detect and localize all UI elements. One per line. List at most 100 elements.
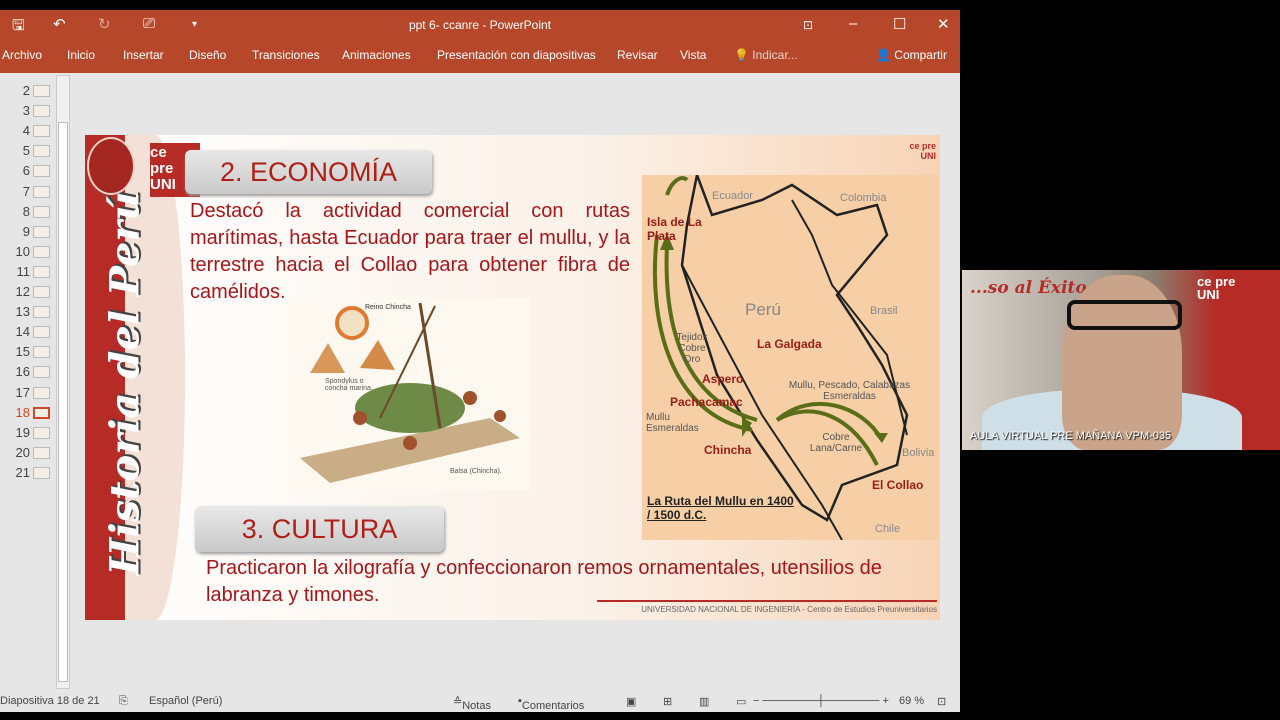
zoom-slider[interactable]: − ───────┼─────── + — [753, 695, 889, 707]
balsa-chincha-image: Reino Chincha Spondylus o concha marina.… — [290, 298, 530, 490]
place-pachacamac: Pachacamac — [670, 395, 743, 409]
thumbnail-preview — [33, 245, 50, 258]
ribbon-tabs: Archivo Inicio Insertar Diseño Transicio… — [0, 40, 960, 73]
tab-archivo[interactable]: Archivo — [2, 48, 42, 62]
tab-insertar[interactable]: Insertar — [123, 48, 164, 62]
tab-vista[interactable]: Vista — [680, 48, 706, 62]
label-spondylus: Spondylus o concha marina. — [325, 378, 373, 392]
slide-thumbnail[interactable]: 10 — [0, 242, 52, 262]
thumbnail-scrollbar[interactable] — [56, 75, 70, 689]
slide-thumbnail[interactable]: 12 — [0, 282, 52, 302]
reading-view-icon[interactable]: ▥ — [699, 695, 709, 708]
thumbnail-number: 5 — [22, 143, 30, 159]
thumbnail-preview — [33, 225, 50, 238]
thumbnail-number: 19 — [15, 424, 30, 440]
tab-presentacion[interactable]: Presentación con diapositivas — [437, 48, 596, 62]
goods-cobre-lana: Cobre Lana/Carne — [809, 432, 863, 454]
tab-diseno[interactable]: Diseño — [189, 48, 226, 62]
slide-thumbnail[interactable]: 15 — [0, 342, 52, 362]
thumbnail-preview — [33, 205, 50, 218]
tell-me-search[interactable]: 💡 Indicar... — [734, 48, 798, 62]
slide-thumbnail[interactable]: 17 — [0, 383, 52, 403]
minimize-button[interactable]: – — [849, 15, 857, 32]
tab-transiciones[interactable]: Transiciones — [252, 48, 320, 62]
notes-button[interactable]: ≙ Notas — [453, 695, 491, 712]
tell-me-label: Indicar... — [752, 48, 798, 62]
tab-inicio[interactable]: Inicio — [67, 48, 95, 62]
lightbulb-icon: 💡 — [734, 48, 749, 62]
webcam-banner: ...so al Éxito — [970, 278, 1087, 298]
tab-animaciones[interactable]: Animaciones — [342, 48, 411, 62]
thumbnail-preview — [33, 366, 50, 379]
slide-thumbnail[interactable]: 7 — [0, 182, 52, 202]
fit-to-window-icon[interactable]: ⊡ — [937, 695, 946, 708]
slide-thumbnail[interactable]: 4 — [0, 121, 52, 141]
thumbnail-number: 3 — [22, 103, 30, 119]
tab-revisar[interactable]: Revisar — [617, 48, 658, 62]
slide-thumbnail[interactable]: 21 — [0, 463, 52, 483]
country-chile: Chile — [875, 523, 901, 535]
place-aspero: Aspero — [702, 372, 744, 386]
label-balsa: Balsa (Chincha). — [450, 468, 502, 475]
slide-footer: UNIVERSIDAD NACIONAL DE INGENIERÍA - Cen… — [597, 600, 937, 614]
thumbnail-number: 6 — [22, 163, 30, 179]
webcam-caption: AULA VIRTUAL PRE MAÑANA VPM-035 — [970, 430, 1172, 442]
thumbnail-preview — [33, 406, 50, 419]
uni-seal-logo — [87, 137, 135, 195]
thumbnail-preview — [33, 265, 50, 278]
thumbnail-number: 17 — [15, 384, 30, 400]
section-2-title: 2. ECONOMÍA — [185, 150, 432, 194]
thumbnail-preview — [33, 446, 50, 459]
ruta-del-mullu-map: Ecuador Colombia Perú Brasil Bolivia Chi… — [642, 175, 939, 540]
spellcheck-icon[interactable]: ⎘ — [119, 695, 128, 708]
powerpoint-window: 🖫 ↶ ↻ ⎚ ▾ ppt 6- ccanre - PowerPoint ⊡ –… — [0, 10, 960, 712]
slide-thumbnail[interactable]: 14 — [0, 322, 52, 342]
slide-thumbnail[interactable]: 9 — [0, 222, 52, 242]
slide-thumbnail[interactable]: 20 — [0, 443, 52, 463]
thumbnail-number: 21 — [15, 464, 30, 480]
language-indicator[interactable]: Español (Perú) — [149, 695, 222, 707]
map-caption: La Ruta del Mullu en 1400 / 1500 d.C. — [647, 494, 794, 522]
thumbnail-preview — [33, 125, 50, 138]
zoom-level[interactable]: 69 % — [899, 695, 924, 707]
slide-thumbnail[interactable]: 19 — [0, 423, 52, 443]
notes-label: Notas — [462, 700, 491, 712]
goods-mullu: Mullu Esmeraldas — [646, 412, 699, 434]
country-peru: Perú — [745, 300, 781, 319]
thumbnail-preview — [33, 426, 50, 439]
thumbnail-preview — [33, 346, 50, 359]
slide-thumbnail[interactable]: 18 — [0, 403, 52, 423]
thumbnail-preview — [33, 306, 50, 319]
slide-sorter-icon[interactable]: ⊞ — [663, 695, 672, 708]
slide-thumbnail[interactable]: 6 — [0, 161, 52, 181]
comments-button[interactable]: ▪ Comentarios — [518, 695, 584, 712]
slide-thumbnail[interactable]: 5 — [0, 141, 52, 161]
slideshow-icon[interactable]: ▭ — [736, 695, 746, 708]
slide-thumbnail[interactable]: 11 — [0, 262, 52, 282]
country-colombia: Colombia — [840, 192, 887, 204]
slide-canvas[interactable]: Historia del Perú ce pre UNI ce pre UNI 2. … — [85, 135, 940, 620]
slide-thumbnail[interactable]: 16 — [0, 362, 52, 382]
slide-thumbnail[interactable]: 3 — [0, 101, 52, 121]
country-brasil: Brasil — [870, 305, 898, 317]
label-reino-chincha: Reino Chincha — [365, 304, 411, 311]
thumbnail-preview — [33, 85, 50, 97]
place-chincha: Chincha — [704, 443, 752, 457]
normal-view-icon[interactable]: ▣ — [626, 695, 636, 708]
close-button[interactable]: ✕ — [937, 15, 950, 33]
maximize-button[interactable]: ☐ — [893, 15, 906, 33]
slide-thumbnail[interactable]: 2 — [0, 81, 52, 101]
country-bolivia: Bolivia — [902, 447, 935, 459]
presenter-glasses — [1067, 300, 1182, 330]
thumbnail-preview — [33, 386, 50, 399]
thumbnail-preview — [33, 105, 50, 118]
share-button[interactable]: 👤 Compartir — [876, 48, 947, 62]
slide-thumbnail[interactable]: 8 — [0, 202, 52, 222]
ribbon-display-icon[interactable]: ⊡ — [803, 18, 813, 32]
slide-scrollbar[interactable] — [948, 75, 960, 690]
slide-thumbnail[interactable]: 13 — [0, 302, 52, 322]
section-3-title: 3. CULTURA — [195, 506, 444, 552]
thumbnail-preview — [33, 145, 50, 158]
title-bar: 🖫 ↶ ↻ ⎚ ▾ ppt 6- ccanre - PowerPoint ⊡ –… — [0, 10, 960, 40]
scrollbar-thumb[interactable] — [58, 122, 68, 682]
